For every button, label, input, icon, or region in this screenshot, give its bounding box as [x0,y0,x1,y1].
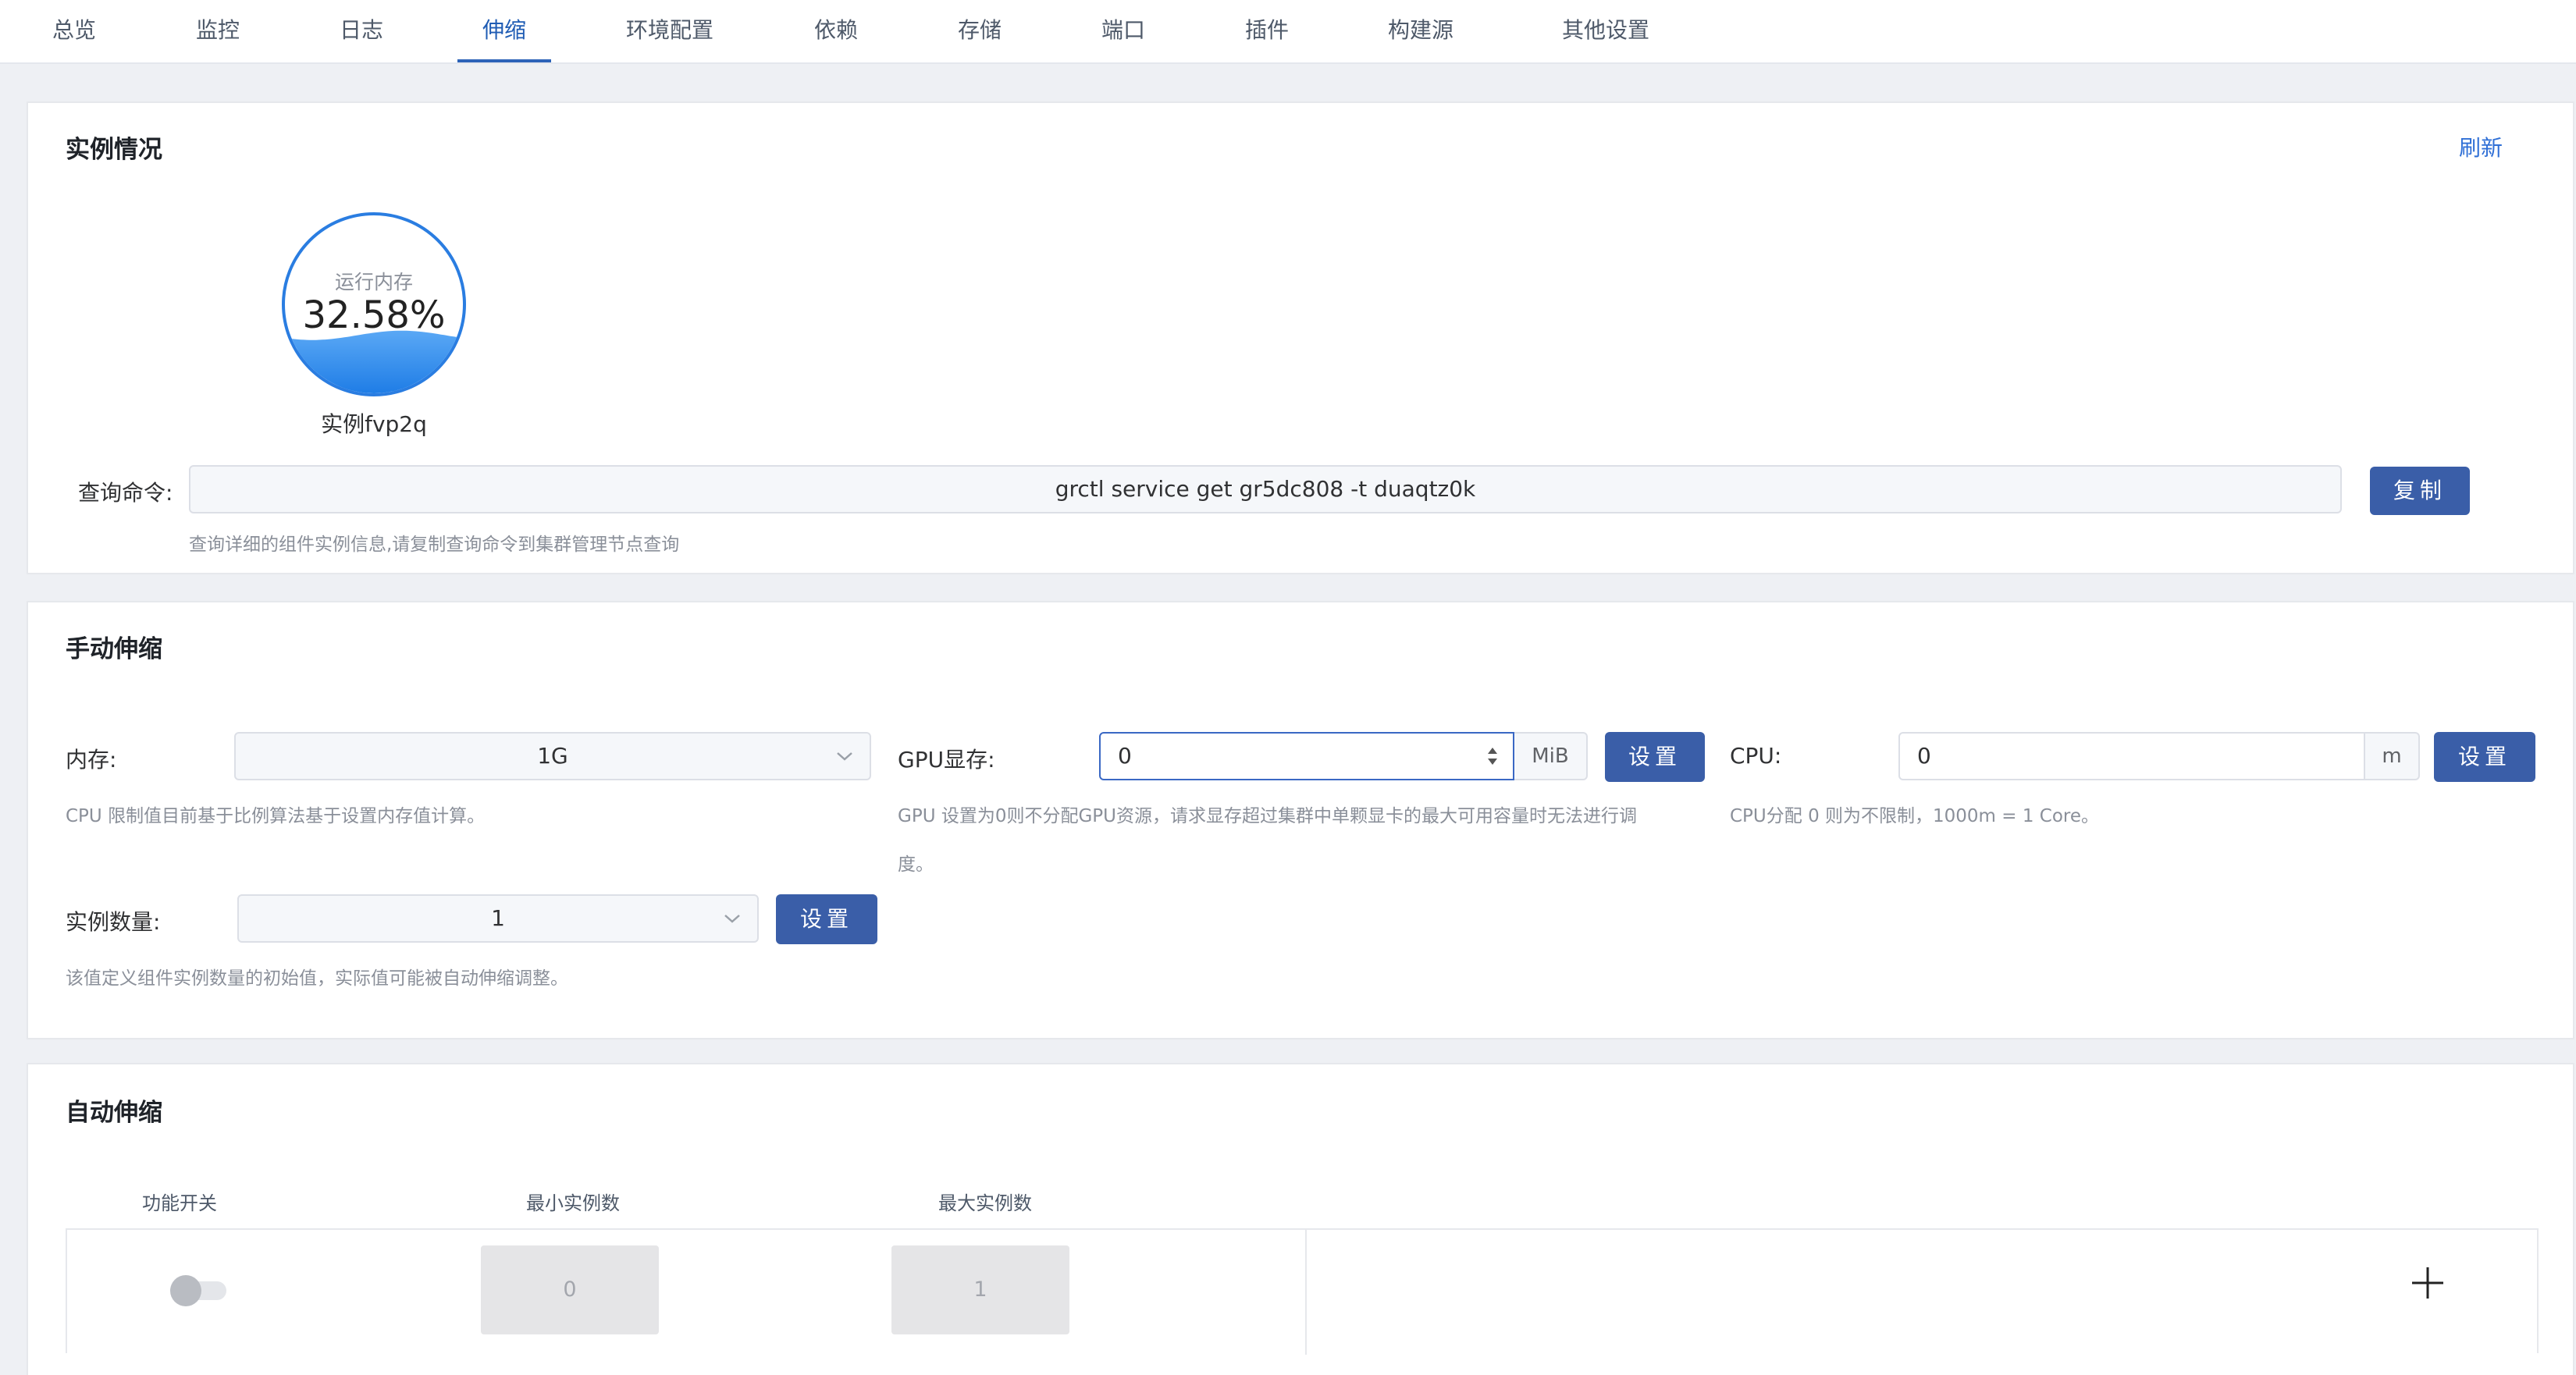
tab-logs[interactable]: 日志 [329,0,393,62]
manual-scaling-title: 手动伸缩 [66,635,162,663]
instances-card: 实例情况 刷新 运行内存 32.58% 实例fvp2q 查询命令: grctl … [27,101,2574,574]
toggle-knob [170,1275,201,1306]
min-replicas-box: 0 [481,1245,659,1334]
gpu-memory-input[interactable]: 0 [1099,732,1514,780]
instance-name[interactable]: 实例fvp2q [262,407,486,439]
stepper-arrows-icon[interactable] [1485,744,1500,768]
cpu-set-button[interactable]: 设置 [2434,732,2535,782]
auto-scaling-title: 自动伸缩 [66,1099,162,1127]
cpu-value: 0 [1917,743,1931,769]
tab-bar: 总览 监控 日志 伸缩 环境配置 依赖 存储 端口 插件 构建源 其他设置 [0,0,2576,64]
gauge-label: 运行内存 [334,271,413,293]
auto-scaling-card: 自动伸缩 功能开关 最小实例数 最大实例数 0 1 [27,1063,2574,1375]
replicas-hint: 该值定义组件实例数量的初始值，实际值可能被自动伸缩调整。 [66,968,568,989]
row-divider [1305,1230,1307,1355]
chevron-down-icon [837,752,852,761]
tab-scaling[interactable]: 伸缩 [457,0,551,62]
memory-label: 内存: [66,747,117,773]
max-replicas-box: 1 [891,1245,1069,1334]
gpu-hint: GPU 设置为0则不分配GPU资源，请求显存超过集群中单颗显卡的最大可用容量时无… [898,806,1637,826]
tab-plugins[interactable]: 插件 [1235,0,1299,62]
memory-select-value: 1G [537,743,568,769]
tab-dependencies[interactable]: 依赖 [804,0,868,62]
memory-hint: CPU 限制值目前基于比例算法基于设置内存值计算。 [66,806,486,826]
manual-scaling-card: 手动伸缩 内存: 1G CPU 限制值目前基于比例算法基于设置内存值计算。 GP… [27,601,2574,1039]
column-switch: 功能开关 [142,1192,217,1214]
copy-button[interactable]: 复制 [2370,467,2470,515]
gpu-memory-label: GPU显存: [898,747,995,773]
replicas-select-value: 1 [491,905,505,931]
gauge-value: 32.58% [302,293,446,337]
tab-other-settings[interactable]: 其他设置 [1547,0,1664,62]
gpu-unit-suffix: MiB [1514,732,1588,780]
tab-build-source[interactable]: 构建源 [1375,0,1466,62]
gpu-set-button[interactable]: 设置 [1605,732,1705,782]
tab-monitor[interactable]: 监控 [186,0,250,62]
tab-env-config[interactable]: 环境配置 [621,0,718,62]
replicas-set-button[interactable]: 设置 [776,894,877,944]
cpu-unit-suffix: m [2365,732,2420,780]
app-page: 总览 监控 日志 伸缩 环境配置 依赖 存储 端口 插件 构建源 其他设置 实例… [0,0,2576,1375]
replicas-label: 实例数量: [66,909,161,935]
column-max-replicas: 最大实例数 [938,1192,1032,1214]
autoscale-toggle[interactable] [170,1275,229,1306]
column-min-replicas: 最小实例数 [526,1192,620,1214]
instances-title: 实例情况 [66,136,162,164]
memory-select[interactable]: 1G [234,732,871,780]
query-command-field[interactable]: grctl service get gr5dc808 -t duaqtz0k [189,465,2342,513]
tab-storage[interactable]: 存储 [948,0,1012,62]
replicas-select[interactable]: 1 [237,894,759,943]
gpu-memory-value: 0 [1118,743,1132,769]
chevron-down-icon [724,915,740,923]
cpu-input[interactable]: 0 [1898,732,2365,780]
query-command-label: 查询命令: [78,480,173,506]
memory-gauge: 运行内存 32.58% [282,212,466,396]
refresh-link[interactable]: 刷新 [2459,131,2503,162]
autoscale-rule-row: 0 1 [66,1228,2539,1355]
query-hint: 查询详细的组件实例信息,请复制查询命令到集群管理节点查询 [189,535,680,555]
tab-overview[interactable]: 总览 [42,0,106,62]
add-rule-plus-icon[interactable] [2409,1264,2446,1302]
tab-ports[interactable]: 端口 [1091,0,1155,62]
cpu-label: CPU: [1730,743,1782,769]
gpu-hint-continued: 度。 [898,854,934,875]
cpu-hint: CPU分配 0 则为不限制，1000m = 1 Core。 [1730,806,2100,826]
